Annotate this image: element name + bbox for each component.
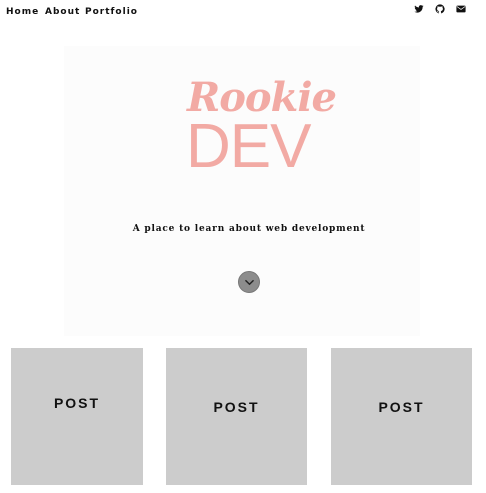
post-card[interactable]: POST [11,348,143,485]
post-card[interactable]: POST [331,348,472,485]
post-card-label: POST [213,399,260,415]
envelope-icon[interactable] [456,4,466,14]
scroll-down-button[interactable] [238,271,260,293]
twitter-icon[interactable] [414,4,424,14]
post-card[interactable]: POST [166,348,307,485]
nav-home-link[interactable]: Home [6,7,39,17]
github-icon[interactable] [435,4,445,14]
logo-dev-text: DEV [186,112,311,181]
chevron-down-icon [245,279,254,286]
post-card-label: POST [378,399,425,415]
post-card-label: POST [53,395,101,411]
top-navigation: Home About Portfolio [0,0,486,28]
hero-tagline: A place to learn about web development [132,224,366,234]
social-links [414,4,466,14]
nav-about-link[interactable]: About [45,7,80,17]
nav-portfolio-link[interactable]: Portfolio [85,7,138,17]
